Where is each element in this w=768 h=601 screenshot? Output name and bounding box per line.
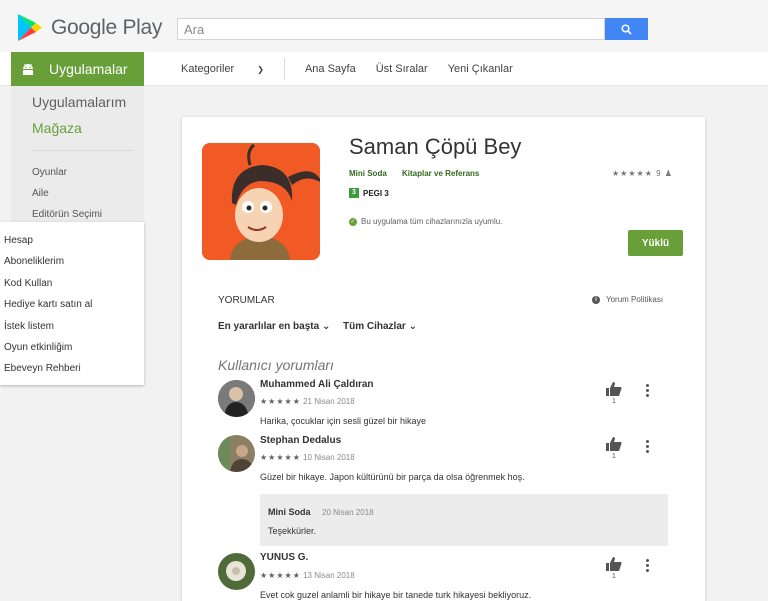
compat-text: Bu uygulama tüm cihazlarınızla uyumlu. bbox=[361, 217, 503, 226]
sidebar-divider bbox=[32, 150, 133, 151]
search-input[interactable]: Ara bbox=[177, 18, 605, 40]
sidebar-item-family[interactable]: Aile bbox=[32, 188, 49, 199]
review-stars: ★★★★★ bbox=[260, 453, 301, 462]
developer-reply: Mini Soda 20 Nisan 2018 Teşekkürler. bbox=[260, 494, 668, 546]
check-icon: ✓ bbox=[349, 217, 357, 226]
content-rating: 3 PEGI 3 bbox=[349, 188, 389, 198]
reviews-heading: YORUMLAR bbox=[218, 295, 275, 306]
review-meta: ★★★★★ 10 Nisan 2018 bbox=[260, 453, 355, 462]
review-text: Güzel bir hikaye. Japon kültürünü bir pa… bbox=[260, 472, 525, 482]
account-menu: Hesap Aboneliklerim Kod Kullan Hediye ka… bbox=[0, 222, 144, 385]
account-item-gift-card[interactable]: Hediye kartı satın al bbox=[4, 299, 92, 310]
review-stars: ★★★★★ bbox=[260, 397, 301, 406]
helpful-count: 1 bbox=[612, 453, 616, 460]
pegi-label: PEGI 3 bbox=[363, 188, 389, 198]
rating-count: 9 bbox=[656, 169, 662, 178]
thumbs-up-icon bbox=[606, 557, 622, 571]
more-options-icon[interactable] bbox=[645, 440, 651, 455]
reply-author: Mini Soda bbox=[268, 507, 311, 517]
nav-links: Kategoriler ❯ Ana Sayfa Üst Sıralar Yeni… bbox=[181, 52, 533, 86]
review-meta: ★★★★★ 13 Nisan 2018 bbox=[260, 571, 355, 580]
person-icon: ♟ bbox=[664, 169, 673, 178]
avatar-image bbox=[218, 380, 255, 417]
play-store-page: Google Play Ara Uygulamalar Kategoriler … bbox=[0, 0, 768, 601]
chevron-down-icon: ⌄ bbox=[321, 321, 331, 332]
review-stars: ★★★★★ bbox=[260, 571, 301, 580]
sidebar-item-games[interactable]: Oyunlar bbox=[32, 167, 67, 178]
compatibility-note: ✓ Bu uygulama tüm cihazlarınızla uyumlu. bbox=[349, 217, 502, 226]
chevron-down-icon: ❯ bbox=[257, 65, 264, 74]
policy-label: Yorum Politikası bbox=[606, 295, 664, 304]
info-icon: i bbox=[592, 295, 600, 304]
thumbs-up-icon bbox=[606, 382, 622, 396]
installed-button[interactable]: Yüklü bbox=[628, 230, 683, 256]
avatar bbox=[218, 380, 255, 417]
review-text: Evet cok guzel anlamli bir hikaye bir ta… bbox=[260, 590, 532, 600]
search-icon bbox=[621, 23, 632, 35]
thumbs-up-icon bbox=[606, 437, 622, 451]
pegi-badge-icon: 3 bbox=[349, 188, 359, 198]
helpful-count: 1 bbox=[612, 573, 616, 580]
review-text: Harika, çocuklar için sesli güzel bir hi… bbox=[260, 416, 427, 426]
play-triangle-icon bbox=[18, 14, 42, 41]
search-button[interactable] bbox=[605, 18, 648, 40]
account-item-wishlist[interactable]: İstek listem bbox=[4, 321, 54, 332]
account-item-parent-guide[interactable]: Ebeveyn Rehberi bbox=[4, 363, 81, 374]
account-item-account[interactable]: Hesap bbox=[4, 235, 33, 246]
android-icon bbox=[23, 63, 33, 75]
avatar bbox=[218, 435, 255, 472]
sidebar-store[interactable]: Mağaza bbox=[32, 120, 82, 136]
review-date: 10 Nisan 2018 bbox=[303, 453, 355, 462]
review-date: 13 Nisan 2018 bbox=[303, 571, 355, 580]
rating-stars: ★★★★★ bbox=[612, 169, 653, 178]
chevron-down-icon: ⌄ bbox=[408, 321, 417, 332]
review-author[interactable]: YUNUS G. bbox=[260, 552, 308, 563]
sort-dropdown[interactable]: En yararlılar en başta ⌄ bbox=[218, 321, 330, 332]
account-item-subscriptions[interactable]: Aboneliklerim bbox=[4, 256, 64, 267]
account-item-play-activity[interactable]: Oyun etkinliğim bbox=[4, 342, 72, 353]
avatar-image bbox=[218, 553, 255, 590]
nav-divider bbox=[283, 58, 285, 80]
genre-link[interactable]: Kitaplar ve Referans bbox=[402, 169, 479, 178]
app-details-card: Saman Çöpü Bey Mini Soda Kitaplar ve Ref… bbox=[182, 117, 705, 601]
review-author[interactable]: Stephan Dedalus bbox=[260, 435, 341, 446]
sidebar-item-editors-choice[interactable]: Editörün Seçimi bbox=[32, 209, 102, 220]
reply-date: 20 Nisan 2018 bbox=[322, 508, 374, 517]
helpful-count: 1 bbox=[612, 398, 616, 405]
more-options-icon[interactable] bbox=[645, 384, 651, 399]
google-play-logo[interactable]: Google Play bbox=[18, 14, 162, 41]
device-dropdown[interactable]: Tüm Cihazlar ⌄ bbox=[343, 321, 417, 332]
nav-categories[interactable]: Kategoriler ❯ bbox=[181, 63, 264, 75]
avatar-image bbox=[218, 435, 255, 472]
app-title: Saman Çöpü Bey bbox=[349, 134, 522, 159]
account-item-redeem[interactable]: Kod Kullan bbox=[4, 278, 52, 289]
review-meta: ★★★★★ 21 Nisan 2018 bbox=[260, 397, 355, 406]
app-character-illustration bbox=[202, 143, 320, 260]
nav-top-charts[interactable]: Üst Sıralar bbox=[376, 63, 428, 75]
nav-home[interactable]: Ana Sayfa bbox=[305, 63, 356, 75]
logo-text: Google Play bbox=[51, 15, 163, 39]
top-bar: Google Play Ara bbox=[0, 0, 768, 52]
helpful-button[interactable]: 1 bbox=[604, 382, 624, 405]
avatar bbox=[218, 553, 255, 590]
review-author[interactable]: Muhammed Ali Çaldıran bbox=[260, 379, 374, 390]
sidebar: Uygulamalarım Mağaza Oyunlar Aile Editör… bbox=[11, 86, 144, 222]
helpful-button[interactable]: 1 bbox=[604, 437, 624, 460]
user-reviews-title: Kullanıcı yorumları bbox=[218, 357, 334, 373]
more-options-icon[interactable] bbox=[645, 559, 651, 574]
helpful-button[interactable]: 1 bbox=[604, 557, 624, 580]
nav-new-releases[interactable]: Yeni Çıkanlar bbox=[448, 63, 513, 75]
developer-link[interactable]: Mini Soda bbox=[349, 169, 387, 178]
nav-apps-tab[interactable]: Uygulamalar bbox=[11, 52, 144, 86]
nav-apps-label: Uygulamalar bbox=[49, 61, 128, 77]
reply-text: Teşekkürler. bbox=[268, 526, 317, 536]
app-icon bbox=[202, 143, 320, 260]
sidebar-my-apps[interactable]: Uygulamalarım bbox=[32, 94, 126, 110]
review-date: 21 Nisan 2018 bbox=[303, 397, 355, 406]
review-policy-link[interactable]: i Yorum Politikası bbox=[592, 295, 663, 304]
rating-summary: ★★★★★ 9 ♟ bbox=[612, 169, 673, 178]
